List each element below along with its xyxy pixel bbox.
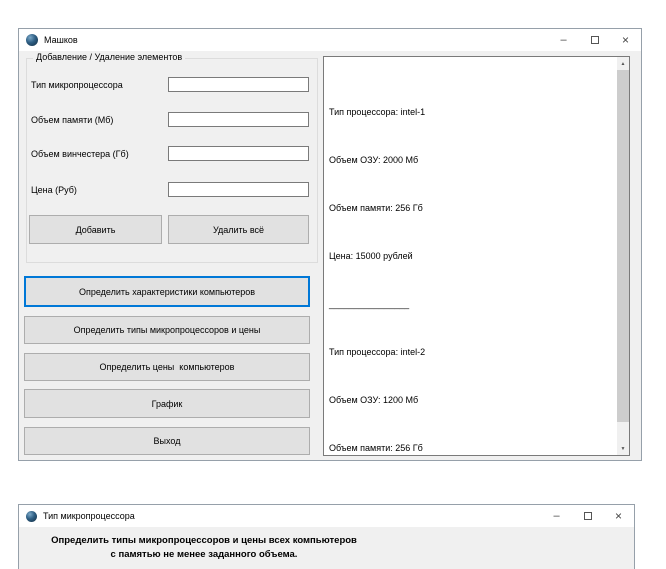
minimize-button[interactable]: – <box>548 29 579 51</box>
listbox-row[interactable]: Цена: 15000 рублей <box>329 250 617 262</box>
dialog-minimize-button[interactable]: – <box>541 505 572 527</box>
dialog-window-title: Тип микропроцессора <box>43 511 135 521</box>
desktop-canvas: Машков – × Добавление / Удаление элемент… <box>0 0 666 569</box>
listbox-row[interactable]: Объем ОЗУ: 1200 Мб <box>329 394 617 406</box>
maximize-icon <box>583 512 592 520</box>
processor-type-input[interactable] <box>168 77 309 92</box>
hdd-size-label: Объем винчестера (Гб) <box>31 149 129 159</box>
add-remove-groupbox: Добавление / Удаление элементов Тип микр… <box>26 52 318 263</box>
computers-listbox[interactable]: Тип процессора: intel-1 Объем ОЗУ: 2000 … <box>323 56 630 456</box>
dialog-message-line2: с памятью не менее заданного объема. <box>110 549 298 560</box>
define-characteristics-button[interactable]: Определить характеристики компьютеров <box>24 276 310 307</box>
add-button[interactable]: Добавить <box>29 215 162 244</box>
dialog-window: Тип микропроцессора – × Определить типы … <box>18 504 635 569</box>
main-titlebar[interactable]: Машков – × <box>19 29 641 51</box>
listbox-scrollbar[interactable]: ▲ ▼ <box>617 57 629 455</box>
listbox-row[interactable]: Тип процессора: intel-2 <box>329 346 617 358</box>
memory-size-label: Объем памяти (Мб) <box>31 115 114 125</box>
close-button[interactable]: × <box>610 29 641 51</box>
define-prices-button[interactable]: Определить цены компьютеров <box>24 353 310 381</box>
dialog-maximize-button[interactable] <box>572 505 603 527</box>
processor-type-label: Тип микропроцессора <box>31 80 123 90</box>
listbox-rows: Тип процессора: intel-1 Объем ОЗУ: 2000 … <box>324 58 617 455</box>
app-icon <box>26 34 38 46</box>
hdd-size-input[interactable] <box>168 146 309 161</box>
clear-all-button[interactable]: Удалить всё <box>168 215 309 244</box>
dialog-message-line1: Определить типы микропроцессоров и цены … <box>51 535 357 546</box>
scroll-up-icon[interactable]: ▲ <box>617 57 629 70</box>
maximize-icon <box>590 36 599 44</box>
scrollbar-thumb[interactable] <box>617 70 629 422</box>
listbox-row[interactable]: Объем памяти: 256 Гб <box>329 442 617 454</box>
define-types-prices-button[interactable]: Определить типы микропроцессоров и цены <box>24 316 310 344</box>
main-window: Машков – × Добавление / Удаление элемент… <box>18 28 642 461</box>
dialog-message: Определить типы микропроцессоров и цены … <box>49 534 359 562</box>
dialog-window-controls: – × <box>541 505 634 527</box>
groupbox-title: Добавление / Удаление элементов <box>33 52 186 62</box>
listbox-row[interactable]: Тип процессора: intel-1 <box>329 106 617 118</box>
main-window-title: Машков <box>44 35 78 45</box>
listbox-row[interactable]: Объем памяти: 256 Гб <box>329 202 617 214</box>
dialog-close-button[interactable]: × <box>603 505 634 527</box>
exit-button[interactable]: Выход <box>24 427 310 455</box>
main-window-controls: – × <box>548 29 641 51</box>
maximize-button[interactable] <box>579 29 610 51</box>
listbox-row[interactable]: Объем ОЗУ: 2000 Мб <box>329 154 617 166</box>
price-input[interactable] <box>168 182 309 197</box>
dialog-window-body: Определить типы микропроцессоров и цены … <box>19 527 634 569</box>
graph-button[interactable]: График <box>24 389 310 418</box>
scroll-down-icon[interactable]: ▼ <box>617 442 629 455</box>
price-label: Цена (Руб) <box>31 185 77 195</box>
dialog-titlebar[interactable]: Тип микропроцессора – × <box>19 505 634 527</box>
listbox-row[interactable]: ________________ <box>329 298 617 310</box>
memory-size-input[interactable] <box>168 112 309 127</box>
app-icon <box>26 510 37 522</box>
main-window-body: Добавление / Удаление элементов Тип микр… <box>19 51 641 460</box>
